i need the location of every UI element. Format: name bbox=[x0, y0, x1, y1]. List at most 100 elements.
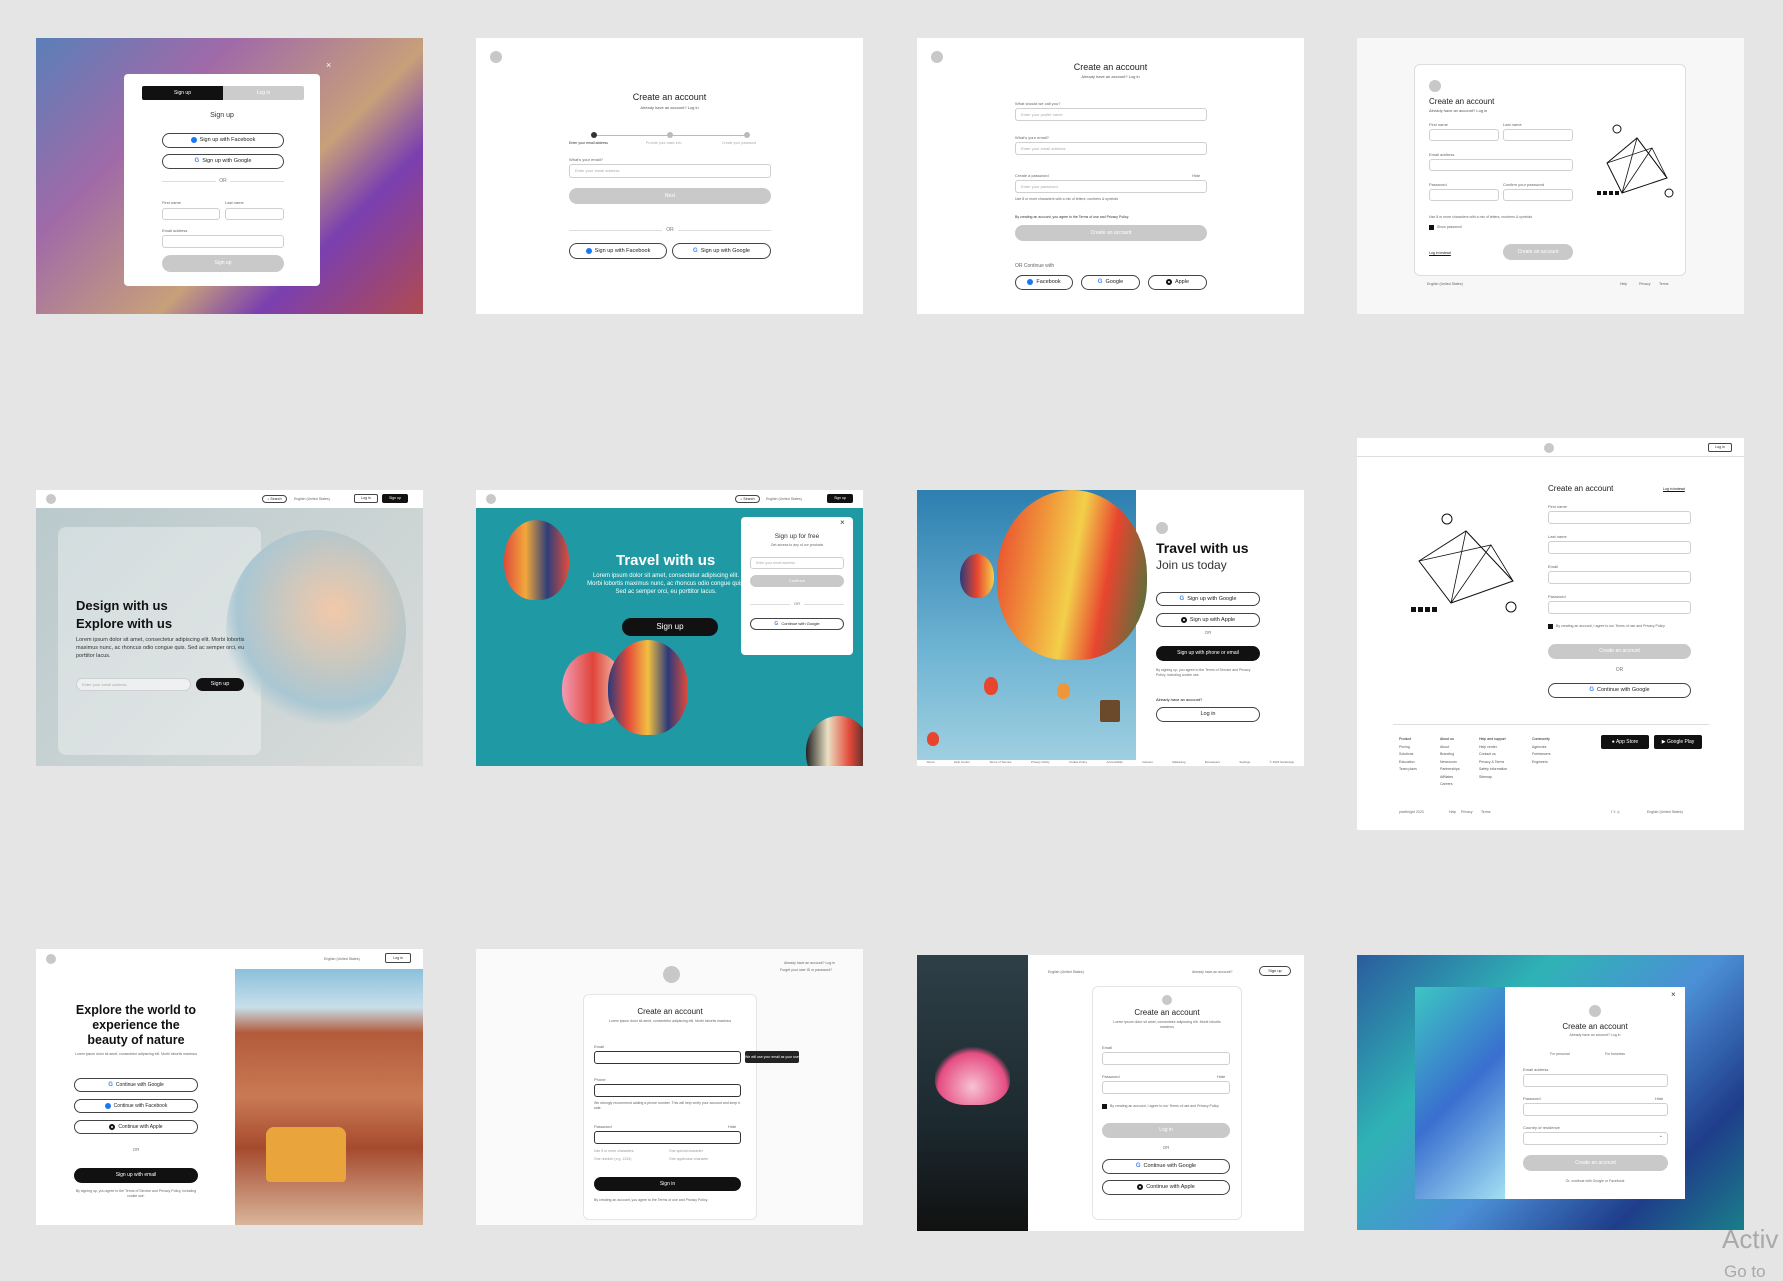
facebook-button[interactable]: Continue with Facebook bbox=[74, 1099, 198, 1113]
email-signup-button[interactable]: Sign up with email bbox=[74, 1168, 198, 1183]
signup-button[interactable]: Sign up bbox=[622, 618, 718, 636]
hide-toggle[interactable]: Hide bbox=[1192, 173, 1200, 178]
google-button[interactable]: G Sign up with Google bbox=[672, 243, 771, 259]
first-name-field[interactable] bbox=[1429, 129, 1499, 141]
close-icon[interactable]: × bbox=[326, 60, 331, 70]
create-account-button[interactable]: Create an account bbox=[1015, 225, 1207, 241]
google-button[interactable]: G Continue with Google bbox=[74, 1078, 198, 1092]
footer-help[interactable]: Help bbox=[1620, 282, 1627, 286]
facebook-button[interactable]: Sign up with Facebook bbox=[162, 133, 284, 148]
password-field[interactable]: Enter your password bbox=[1015, 180, 1207, 193]
apple-button[interactable]: Apple bbox=[1148, 275, 1207, 290]
language-select[interactable]: English (United States) bbox=[766, 497, 802, 501]
create-account-button[interactable]: Create an account bbox=[1503, 244, 1573, 260]
footer-link[interactable]: About bbox=[927, 760, 935, 766]
login-link[interactable]: Already have an account? Log in bbox=[476, 105, 863, 110]
radio-business[interactable]: For business bbox=[1605, 1052, 1625, 1056]
footer-link[interactable]: Marketing bbox=[1172, 760, 1185, 766]
country-select[interactable]: ⌄ bbox=[1523, 1132, 1668, 1145]
login-link[interactable]: Already have an account? Log in bbox=[1505, 1033, 1685, 1037]
email-field[interactable]: Enter your email address bbox=[750, 557, 844, 569]
language-select[interactable]: English (United States) bbox=[324, 957, 360, 961]
footer-link[interactable]: Affiliates bbox=[1440, 774, 1460, 782]
email-field[interactable]: Enter your email address bbox=[569, 164, 771, 178]
facebook-button[interactable]: Facebook bbox=[1015, 275, 1073, 290]
login-button[interactable]: Log in bbox=[1156, 707, 1260, 722]
footer-link[interactable]: Terms of Service bbox=[989, 760, 1011, 766]
footer-link[interactable]: Agencies bbox=[1532, 744, 1550, 752]
last-name-field[interactable] bbox=[1503, 129, 1573, 141]
footer-privacy[interactable]: Privacy bbox=[1461, 810, 1472, 814]
footer-link[interactable]: About bbox=[1440, 744, 1460, 752]
facebook-button[interactable]: Sign up with Facebook bbox=[569, 243, 667, 259]
phone-field[interactable] bbox=[594, 1084, 741, 1097]
close-icon[interactable]: × bbox=[1671, 990, 1676, 999]
footer-terms[interactable]: Terms bbox=[1659, 282, 1669, 286]
tab-login[interactable]: Log in bbox=[223, 86, 304, 100]
email-field[interactable]: Enter your email address bbox=[76, 678, 191, 691]
name-field[interactable]: Enter your profile name bbox=[1015, 108, 1207, 121]
footer-link[interactable]: Help Center bbox=[954, 760, 970, 766]
next-button[interactable]: Next bbox=[569, 188, 771, 204]
footer-link[interactable]: Freelancers bbox=[1532, 751, 1550, 759]
signup-button[interactable]: Sign up bbox=[162, 255, 284, 272]
last-name-field[interactable] bbox=[225, 208, 284, 220]
agree-checkbox[interactable] bbox=[1548, 624, 1553, 629]
continue-button[interactable]: Continue bbox=[750, 575, 844, 587]
footer-privacy[interactable]: Privacy bbox=[1639, 282, 1650, 286]
footer-link[interactable]: Safety information bbox=[1479, 766, 1507, 774]
search-button[interactable]: ⌕ Search bbox=[735, 495, 760, 503]
email-field[interactable] bbox=[1102, 1052, 1230, 1065]
login-top-button[interactable]: Log in bbox=[385, 953, 411, 963]
signup-top-button[interactable]: Sign up bbox=[382, 494, 408, 503]
login-link[interactable]: Already have an account? Log in bbox=[1429, 108, 1487, 113]
google-play-badge[interactable]: ▶ Google Play bbox=[1654, 735, 1702, 749]
hide-toggle[interactable]: Hide bbox=[728, 1124, 736, 1129]
signup-top-button[interactable]: Sign up bbox=[1259, 966, 1291, 976]
apple-button[interactable]: Continue with Apple bbox=[1102, 1180, 1230, 1195]
password-field[interactable] bbox=[1523, 1103, 1668, 1116]
signup-button[interactable]: Sign up bbox=[196, 678, 244, 691]
footer-help[interactable]: Help bbox=[1449, 810, 1456, 814]
login-button[interactable]: Log in bbox=[354, 494, 378, 503]
language-select[interactable]: English (United States) bbox=[294, 497, 330, 501]
footer-link[interactable]: Developers bbox=[1205, 760, 1220, 766]
footer-link[interactable]: Careers bbox=[1440, 781, 1460, 789]
footer-link[interactable]: Branding bbox=[1440, 751, 1460, 759]
email-field[interactable] bbox=[1523, 1074, 1668, 1087]
email-field[interactable] bbox=[162, 235, 284, 248]
signup-top-button[interactable]: Sign up bbox=[827, 494, 853, 503]
radio-personal[interactable]: For personal bbox=[1550, 1052, 1570, 1056]
close-icon[interactable]: × bbox=[840, 518, 845, 527]
footer-link[interactable]: Education bbox=[1399, 759, 1417, 767]
email-field[interactable] bbox=[594, 1051, 741, 1064]
show-password-checkbox[interactable] bbox=[1429, 225, 1434, 230]
footer-link[interactable]: Solutions bbox=[1399, 751, 1417, 759]
password-field[interactable] bbox=[1548, 601, 1691, 614]
signin-button[interactable]: Sign in bbox=[594, 1177, 741, 1191]
agree-checkbox[interactable] bbox=[1102, 1104, 1107, 1109]
footer-link[interactable]: Partnerships bbox=[1440, 766, 1460, 774]
create-account-button[interactable]: Create an account bbox=[1548, 644, 1691, 659]
tab-signup[interactable]: Sign up bbox=[142, 86, 223, 100]
footer-link[interactable]: Help center bbox=[1479, 744, 1507, 752]
login-button[interactable]: Log in bbox=[1102, 1123, 1230, 1138]
login-instead-link[interactable]: Log in instead bbox=[1663, 487, 1685, 491]
google-button[interactable]: G Continue with Google bbox=[1548, 683, 1691, 698]
login-instead-link[interactable]: Log in instead bbox=[1429, 251, 1451, 255]
footer-link[interactable]: Engineers bbox=[1532, 759, 1550, 767]
apple-button[interactable]: Sign up with Apple bbox=[1156, 613, 1260, 627]
google-button[interactable]: G Continue with Google bbox=[1102, 1159, 1230, 1174]
footer-link[interactable]: Newsroom bbox=[1440, 759, 1460, 767]
hide-toggle[interactable]: Hide bbox=[1655, 1096, 1663, 1101]
forgot-link[interactable]: Forget your user ID or password? bbox=[780, 968, 832, 972]
create-account-button[interactable]: Create an account bbox=[1523, 1155, 1668, 1171]
email-field[interactable] bbox=[1548, 571, 1691, 584]
email-field[interactable] bbox=[1429, 159, 1573, 171]
first-name-field[interactable] bbox=[1548, 511, 1691, 524]
footer-link[interactable]: Settings bbox=[1239, 760, 1250, 766]
password-field[interactable] bbox=[594, 1131, 741, 1144]
footer-link[interactable]: Team plans bbox=[1399, 766, 1417, 774]
footer-link[interactable]: Pricing bbox=[1399, 744, 1417, 752]
google-button[interactable]: G Sign up with Google bbox=[1156, 592, 1260, 606]
